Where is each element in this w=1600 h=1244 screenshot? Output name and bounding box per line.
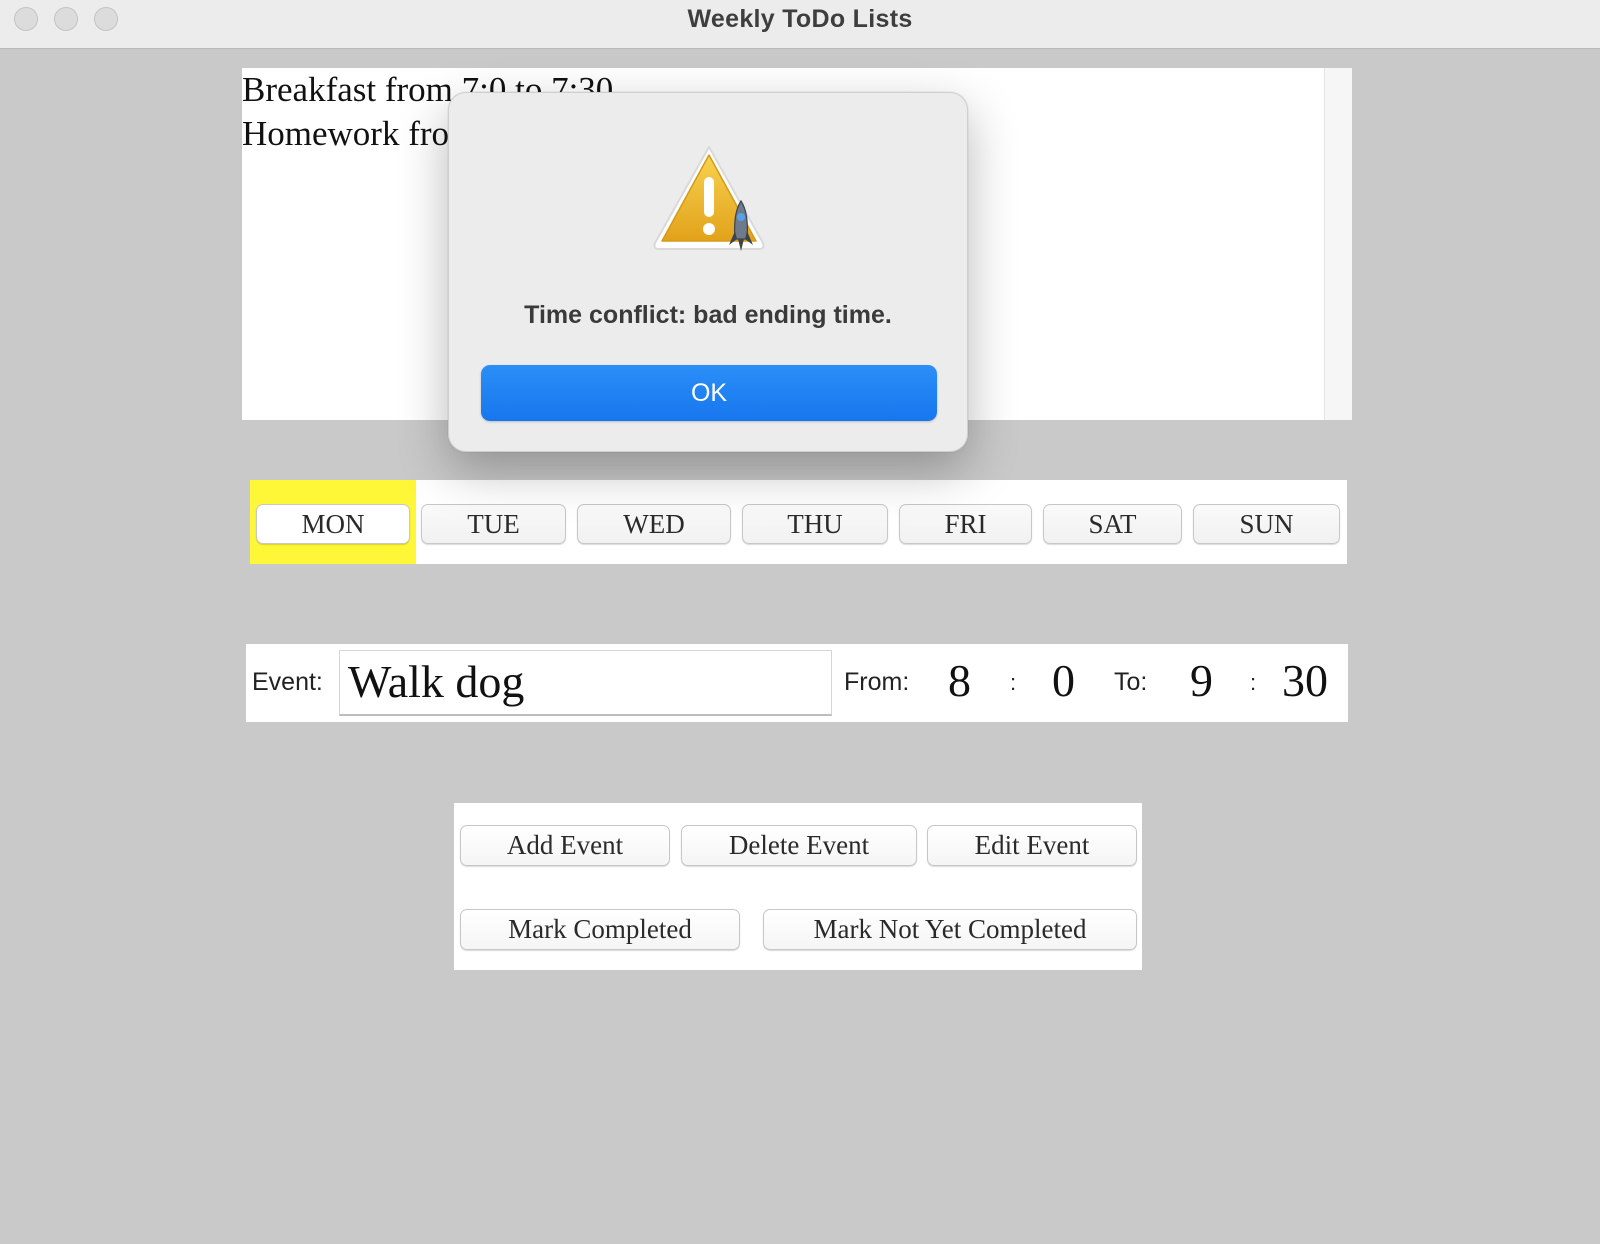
event-label: Event: [252,668,323,696]
event-list-scrollbar[interactable] [1324,68,1352,420]
edit-event-button[interactable]: Edit Event [927,825,1137,866]
to-hour-field[interactable]: 9 [1190,654,1213,707]
ok-button[interactable]: OK [481,365,937,421]
mark-completed-button[interactable]: Mark Completed [460,909,740,950]
day-button-thu[interactable]: THU [742,504,888,544]
window-title: Weekly ToDo Lists [687,5,913,33]
mark-not-completed-button[interactable]: Mark Not Yet Completed [763,909,1137,950]
day-button-mon[interactable]: MON [256,504,410,544]
day-button-sat[interactable]: SAT [1043,504,1182,544]
day-button-tue[interactable]: TUE [421,504,566,544]
day-selector: MON TUE WED THU FRI SAT SUN [250,480,1347,564]
from-minute-field[interactable]: 0 [1052,654,1075,707]
delete-event-button[interactable]: Delete Event [681,825,917,866]
action-panel: Add Event Delete Event Edit Event Mark C… [454,803,1142,970]
to-label: To: [1114,668,1148,696]
event-entry-panel: Event: Walk dog From: 8 : 0 To: 9 : 30 [246,644,1348,722]
day-button-fri[interactable]: FRI [899,504,1032,544]
day-button-sun[interactable]: SUN [1193,504,1340,544]
from-label: From: [844,668,910,696]
alert-dialog: Time conflict: bad ending time. OK [448,92,968,452]
from-time-separator: : [1010,670,1017,695]
from-hour-field[interactable]: 8 [948,654,971,707]
alert-message: Time conflict: bad ending time. [524,301,892,329]
warning-icon [653,146,765,251]
day-button-wed[interactable]: WED [577,504,731,544]
event-name-input[interactable]: Walk dog [339,650,832,716]
to-time-separator: : [1250,670,1257,695]
title-bar: Weekly ToDo Lists [0,0,1600,49]
add-event-button[interactable]: Add Event [460,825,670,866]
to-minute-field[interactable]: 30 [1282,654,1328,707]
